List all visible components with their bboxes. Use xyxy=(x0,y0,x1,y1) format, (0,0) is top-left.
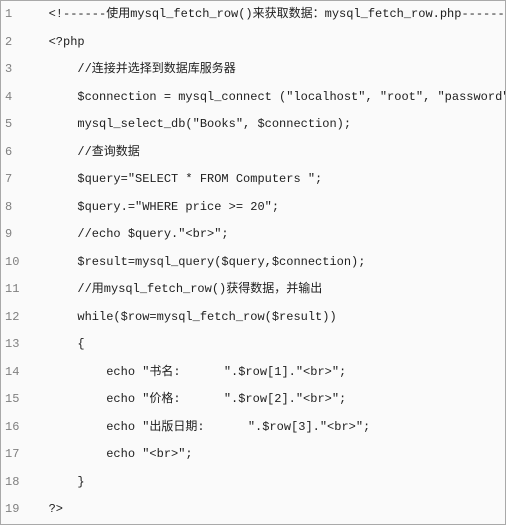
code-text: echo "书名: ".$row[1]."<br>"; xyxy=(27,359,505,387)
code-line: 1 <!------使用mysql_fetch_row()来获取数据：mysql… xyxy=(1,1,505,29)
code-line: 18 } xyxy=(1,469,505,497)
line-number: 14 xyxy=(1,359,27,387)
line-number: 7 xyxy=(1,166,27,194)
code-text: mysql_select_db("Books", $connection); xyxy=(27,111,505,139)
code-text: } xyxy=(27,469,505,497)
code-line: 7 $query="SELECT * FROM Computers "; xyxy=(1,166,505,194)
code-line: 9 //echo $query."<br>"; xyxy=(1,221,505,249)
code-text: ?> xyxy=(27,496,505,524)
code-line: 10 $result=mysql_query($query,$connectio… xyxy=(1,249,505,277)
code-text: //用mysql_fetch_row()获得数据，并输出 xyxy=(27,276,505,304)
code-text: $query.="WHERE price >= 20"; xyxy=(27,194,505,222)
line-number: 10 xyxy=(1,249,27,277)
code-text: //echo $query."<br>"; xyxy=(27,221,505,249)
code-text: //连接并选择到数据库服务器 xyxy=(27,56,505,84)
code-line: 14 echo "书名: ".$row[1]."<br>"; xyxy=(1,359,505,387)
code-text: //查询数据 xyxy=(27,139,505,167)
code-line: 3 //连接并选择到数据库服务器 xyxy=(1,56,505,84)
code-line: 4 $connection = mysql_connect ("localhos… xyxy=(1,84,505,112)
code-line: 5 mysql_select_db("Books", $connection); xyxy=(1,111,505,139)
line-number: 8 xyxy=(1,194,27,222)
line-number: 16 xyxy=(1,414,27,442)
line-number: 17 xyxy=(1,441,27,469)
line-number: 6 xyxy=(1,139,27,167)
code-text: $connection = mysql_connect ("localhost"… xyxy=(27,84,505,112)
code-line: 8 $query.="WHERE price >= 20"; xyxy=(1,194,505,222)
line-number: 18 xyxy=(1,469,27,497)
line-number: 4 xyxy=(1,84,27,112)
code-line: 6 //查询数据 xyxy=(1,139,505,167)
code-text: <?php xyxy=(27,29,505,57)
code-line: 12 while($row=mysql_fetch_row($result)) xyxy=(1,304,505,332)
line-number: 15 xyxy=(1,386,27,414)
code-line: 11 //用mysql_fetch_row()获得数据，并输出 xyxy=(1,276,505,304)
line-number: 2 xyxy=(1,29,27,57)
code-text: echo "价格: ".$row[2]."<br>"; xyxy=(27,386,505,414)
line-number: 9 xyxy=(1,221,27,249)
code-text: <!------使用mysql_fetch_row()来获取数据：mysql_f… xyxy=(27,1,505,29)
code-text: while($row=mysql_fetch_row($result)) xyxy=(27,304,505,332)
line-number: 12 xyxy=(1,304,27,332)
line-number: 13 xyxy=(1,331,27,359)
code-editor: 1 <!------使用mysql_fetch_row()来获取数据：mysql… xyxy=(0,0,506,525)
code-line: 2 <?php xyxy=(1,29,505,57)
code-line: 15 echo "价格: ".$row[2]."<br>"; xyxy=(1,386,505,414)
code-line: 16 echo "出版日期: ".$row[3]."<br>"; xyxy=(1,414,505,442)
line-number: 11 xyxy=(1,276,27,304)
code-line: 17 echo "<br>"; xyxy=(1,441,505,469)
code-text: $query="SELECT * FROM Computers "; xyxy=(27,166,505,194)
code-text: echo "<br>"; xyxy=(27,441,505,469)
code-line: 19 ?> xyxy=(1,496,505,524)
line-number: 5 xyxy=(1,111,27,139)
code-line: 13 { xyxy=(1,331,505,359)
code-text: { xyxy=(27,331,505,359)
code-text: $result=mysql_query($query,$connection); xyxy=(27,249,505,277)
code-text: echo "出版日期: ".$row[3]."<br>"; xyxy=(27,414,505,442)
line-number: 1 xyxy=(1,1,27,29)
line-number: 3 xyxy=(1,56,27,84)
line-number: 19 xyxy=(1,496,27,524)
